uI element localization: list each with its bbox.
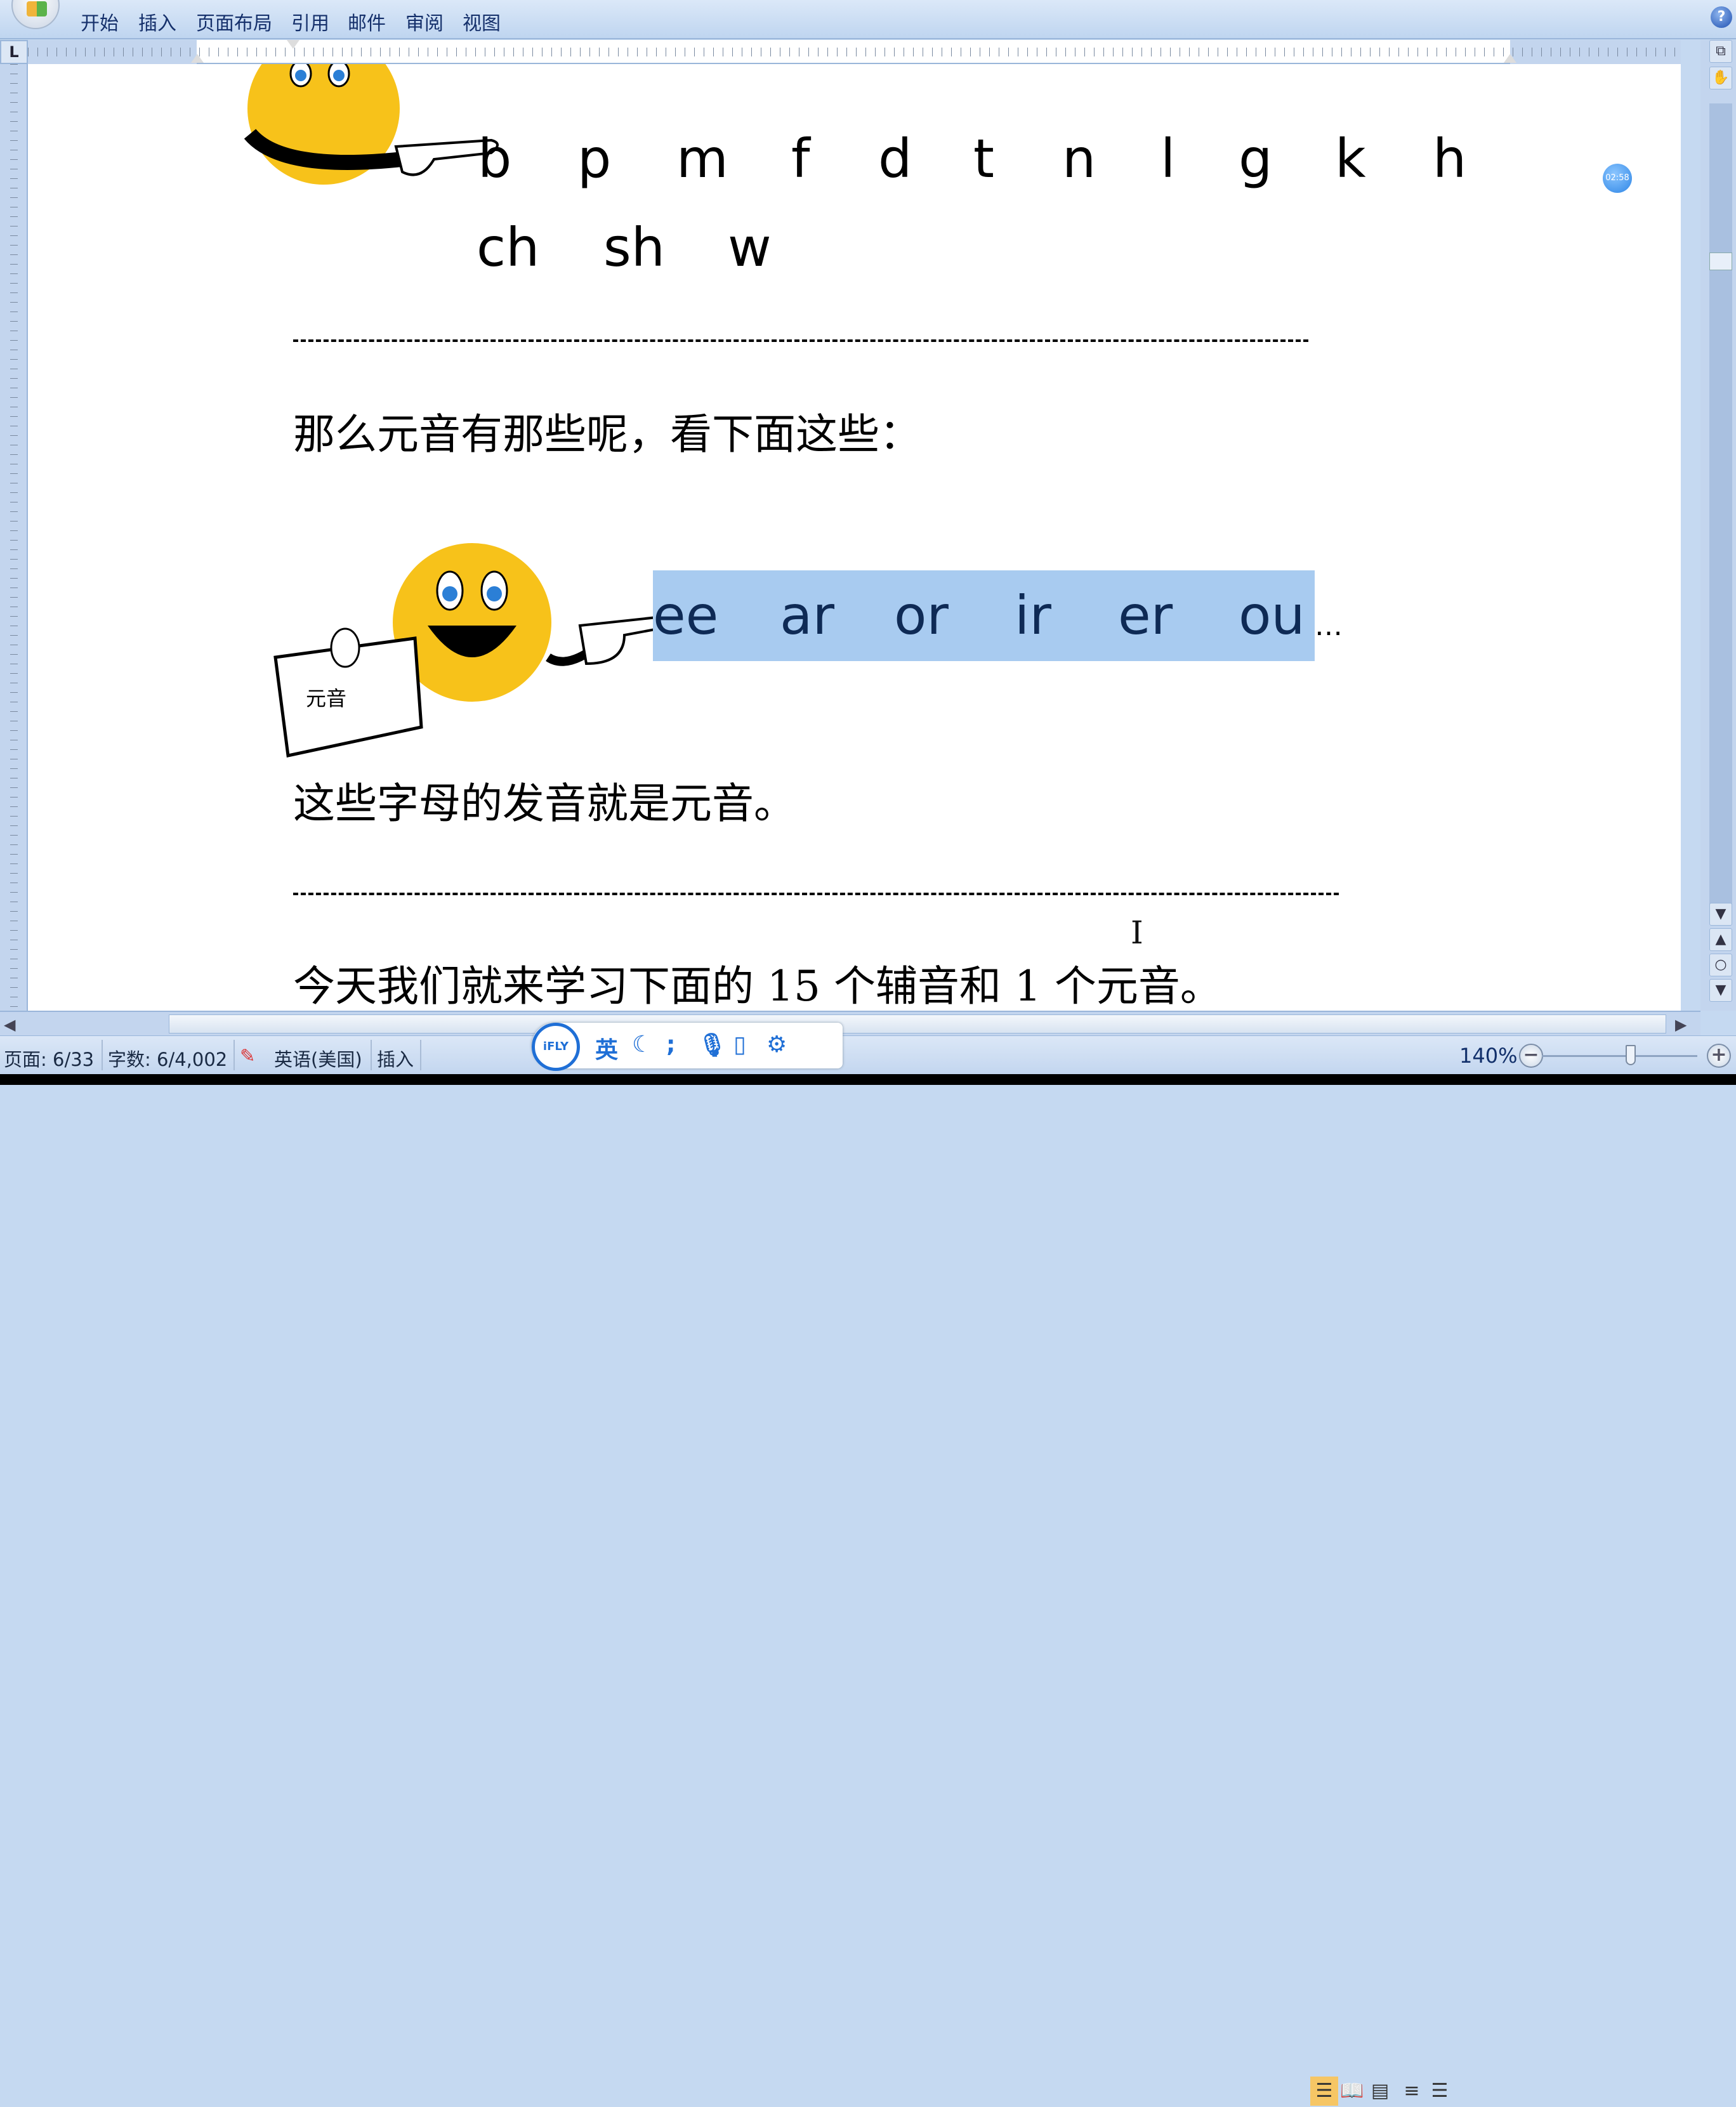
vowel-list: ee ar or ir er ou … <box>653 584 1414 654</box>
microphone-icon[interactable]: 🎙 <box>698 1032 727 1058</box>
scroll-track[interactable] <box>1709 103 1732 916</box>
right-indent-marker[interactable] <box>1504 54 1516 63</box>
ifly-input-toolbar: iFLY 英 ☾ ; 🎙 ▯ ⚙ <box>532 1023 843 1071</box>
first-line-indent-marker[interactable] <box>287 40 299 49</box>
vowel-ellipsis: … <box>1315 610 1343 642</box>
zoom-level[interactable]: 140% <box>1459 1044 1517 1068</box>
consonant: sh <box>603 216 666 279</box>
language[interactable]: 英语(美国) <box>274 1045 362 1072</box>
split-view-icon[interactable]: ⧉ <box>1709 40 1732 63</box>
office-logo-icon <box>27 1 47 16</box>
ribbon-menu-bar: 开始 插入 页面布局 引用 邮件 审阅 视图 ? <box>0 0 1736 39</box>
next-page-icon[interactable]: ▼ <box>1709 979 1732 1002</box>
consonant: w <box>728 216 772 279</box>
vowel: ou <box>1239 584 1305 647</box>
taskbar-strip <box>0 1074 1736 1085</box>
zoom-out-icon[interactable]: − <box>1519 1044 1543 1068</box>
tab-references[interactable]: 引用 <box>291 8 329 36</box>
tab-insert[interactable]: 插入 <box>138 8 176 36</box>
zoom-in-icon[interactable]: + <box>1707 1044 1731 1068</box>
consonant: ch <box>477 216 540 279</box>
view-buttons: ☰ 📖 ▤ ≡ ☰ <box>1310 2075 1456 2107</box>
hand-icon[interactable]: ✋ <box>1709 67 1732 89</box>
office-button[interactable] <box>11 0 60 29</box>
ifly-logo[interactable]: iFLY <box>532 1023 580 1071</box>
scroll-right-icon[interactable]: ▶ <box>1675 1016 1687 1034</box>
web-layout-icon[interactable]: ▤ <box>1366 2077 1394 2106</box>
vowel: er <box>1118 584 1173 647</box>
tab-review[interactable]: 审阅 <box>405 8 444 36</box>
zoom-slider[interactable] <box>1542 1055 1697 1057</box>
tab-home[interactable]: 开始 <box>81 8 119 36</box>
vowel: ar <box>780 584 835 647</box>
statement-text: 这些字母的发音就是元音。 <box>293 779 796 828</box>
word-count[interactable]: 字数: 6/4,002 <box>108 1045 227 1072</box>
scroll-left-icon[interactable]: ◀ <box>4 1016 15 1034</box>
dashed-separator <box>293 339 1308 342</box>
zoom-slider-thumb[interactable] <box>1626 1045 1636 1065</box>
consonant: h <box>1433 128 1467 190</box>
tab-page-layout[interactable]: 页面布局 <box>196 8 272 36</box>
consonant: g <box>1239 128 1273 190</box>
keyboard-icon[interactable]: ▯ <box>733 1032 746 1058</box>
horizontal-ruler[interactable] <box>28 40 1681 64</box>
outline-icon[interactable]: ≡ <box>1398 2077 1426 2106</box>
tab-mailings[interactable]: 邮件 <box>348 8 386 36</box>
consonant: b <box>478 128 512 190</box>
previous-page-icon[interactable]: ▲ <box>1709 928 1732 951</box>
ruler-ticks <box>28 48 1681 56</box>
timer-bubble[interactable]: 02:58 <box>1603 164 1632 193</box>
moon-icon[interactable]: ☾ <box>632 1032 652 1058</box>
pointing-smiley-image <box>244 64 499 185</box>
tab-stop-selector[interactable]: L <box>0 40 28 64</box>
punctuation-icon[interactable]: ; <box>666 1032 675 1058</box>
proofing-icon[interactable]: ✎ <box>240 1045 255 1067</box>
consonant: n <box>1062 128 1096 190</box>
draft-icon[interactable]: ☰ <box>1426 2077 1454 2106</box>
help-icon[interactable]: ? <box>1711 6 1732 28</box>
scroll-down-icon[interactable]: ▼ <box>1709 903 1732 926</box>
vowel: or <box>894 584 949 647</box>
reading-layout-icon[interactable]: 📖 <box>1338 2077 1366 2106</box>
horizontal-scrollbar[interactable]: ▶ ◀ <box>0 1011 1700 1035</box>
left-indent-marker[interactable] <box>191 54 204 63</box>
vowel: ee <box>653 584 719 647</box>
document-page[interactable]: b p m f d t n l g k h ch sh w 那么元音有那些呢，看… <box>28 64 1681 1011</box>
vowel: ir <box>1015 584 1051 647</box>
print-layout-icon[interactable]: ☰ <box>1310 2077 1338 2106</box>
question-text: 那么元音有那些呢，看下面这些： <box>293 410 921 459</box>
dashed-separator <box>293 893 1339 895</box>
text-cursor-icon: I <box>1131 914 1143 951</box>
card-label: 元音 <box>306 686 347 711</box>
consonant: t <box>973 128 994 190</box>
closing-text: 今天我们就来学习下面的 15 个辅音和 1 个元音。 <box>293 962 1222 1011</box>
consonant: d <box>878 128 912 190</box>
consonant: l <box>1161 128 1176 190</box>
browse-object-icon[interactable]: ○ <box>1709 954 1732 976</box>
scroll-thumb[interactable] <box>1709 253 1732 270</box>
gear-icon[interactable]: ⚙ <box>766 1032 787 1058</box>
language-toggle[interactable]: 英 <box>595 1032 618 1065</box>
consonant: m <box>676 128 728 190</box>
vertical-ruler <box>0 64 28 1011</box>
tab-view[interactable]: 视图 <box>463 8 501 36</box>
vertical-scrollbar[interactable]: ⧉ ✋ ▼ ▲ ○ ▼ <box>1700 40 1736 1011</box>
consonant: f <box>791 128 810 190</box>
consonant: k <box>1335 128 1366 190</box>
page-count[interactable]: 页面: 6/33 <box>4 1045 94 1072</box>
insert-mode[interactable]: 插入 <box>377 1045 414 1072</box>
consonant: p <box>577 128 612 190</box>
scroll-thumb[interactable] <box>169 1014 1666 1034</box>
smiley-holding-card-image <box>273 543 673 758</box>
status-bar: 页面: 6/33 字数: 6/4,002 ✎ 英语(美国) 插入 ☰ 📖 ▤ ≡… <box>0 1035 1736 2106</box>
